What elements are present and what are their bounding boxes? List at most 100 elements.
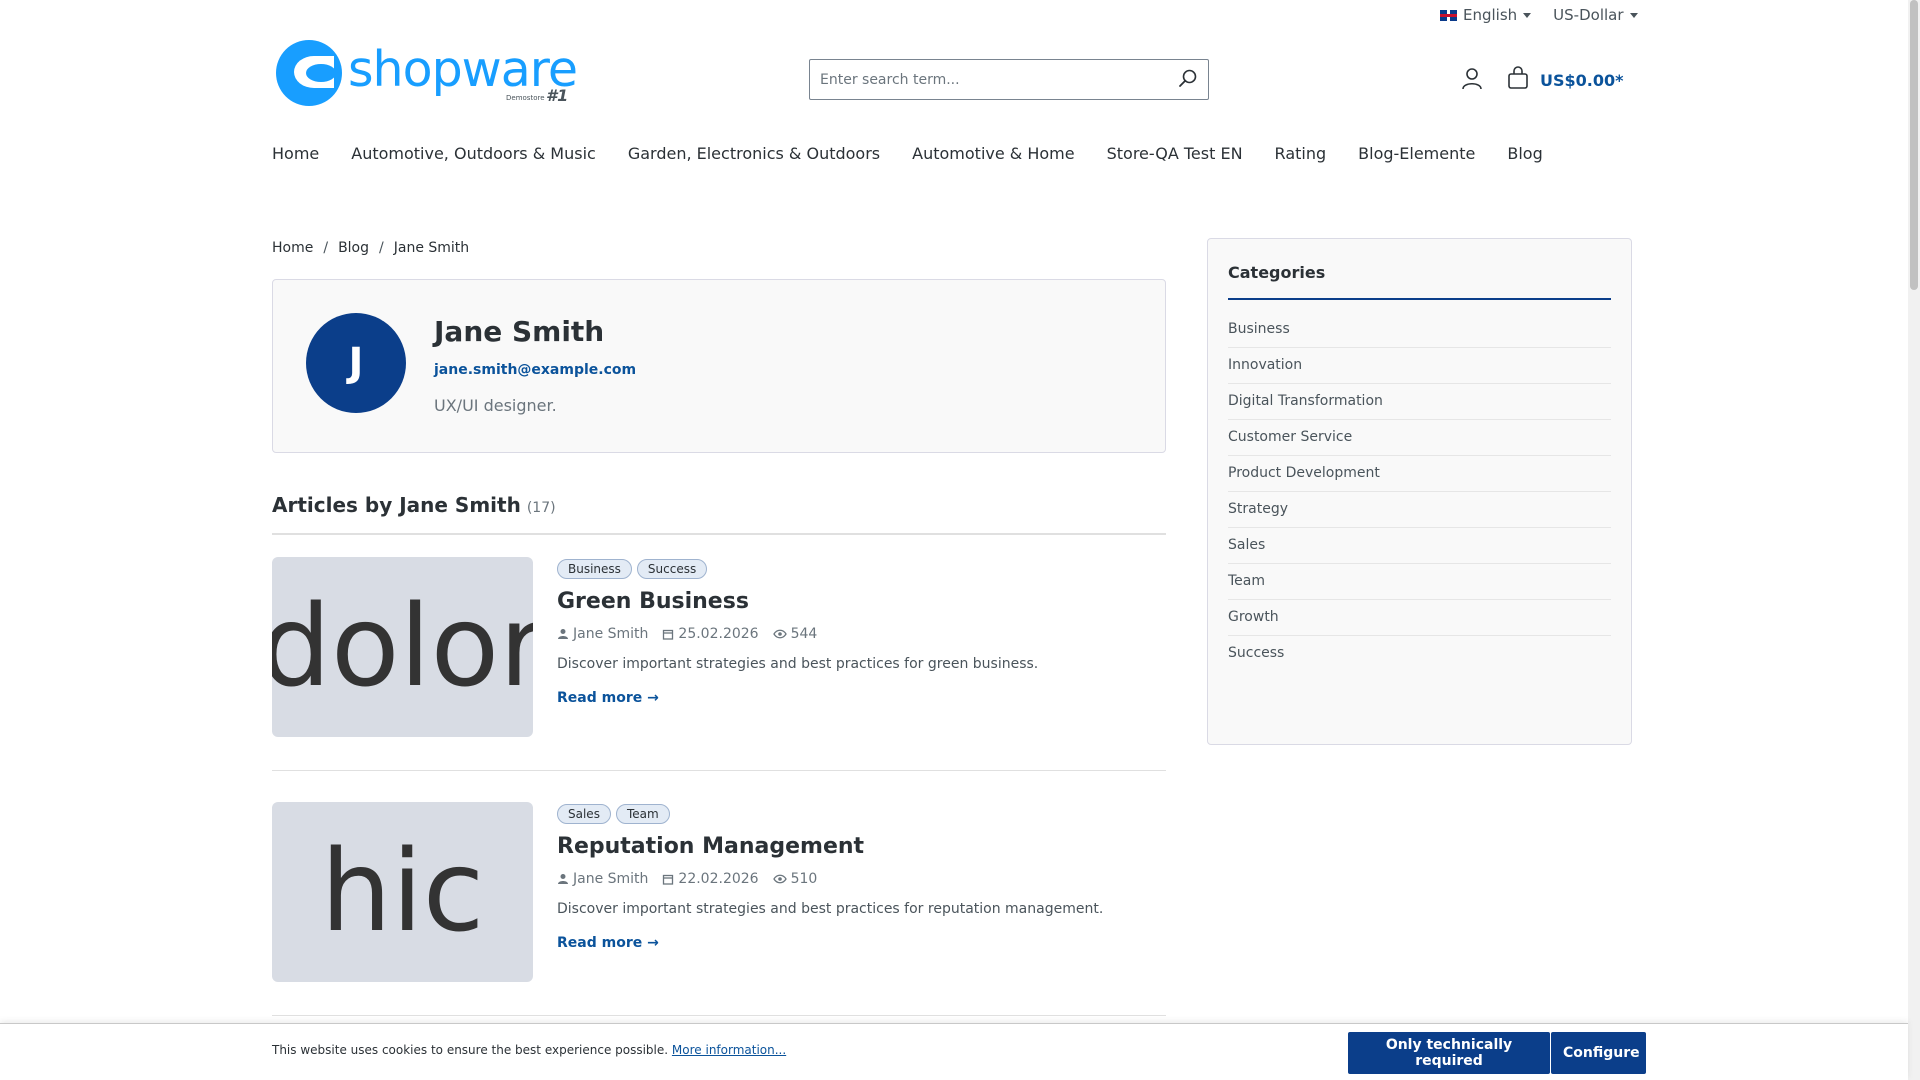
only-technically-required-button[interactable]: Only technically required	[1348, 1032, 1550, 1074]
cookie-message: This website uses cookies to ensure the …	[272, 1043, 669, 1057]
read-more-link[interactable]: Read more →	[557, 690, 659, 706]
tag-badge[interactable]: Success	[636, 559, 708, 579]
author-bio: UX/UI designer.	[434, 396, 557, 415]
logo-mark-icon	[276, 40, 342, 106]
category-item-strategy[interactable]: Strategy	[1228, 492, 1611, 528]
cart-total: US$0.00*	[1540, 70, 1624, 90]
uk-flag-icon	[1440, 9, 1457, 21]
tag-badge[interactable]: Business	[557, 559, 632, 579]
breadcrumb-separator: /	[323, 240, 329, 256]
nav-item-store-qa-test[interactable]: Store-QA Test EN	[1091, 140, 1259, 167]
nav-item-blog[interactable]: Blog	[1491, 140, 1558, 167]
article-thumbnail[interactable]: hic	[272, 802, 533, 982]
scrollbar-thumb[interactable]	[1910, 0, 1918, 290]
calendar-icon	[663, 629, 674, 640]
breadcrumb: Home / Blog / Jane Smith	[272, 240, 469, 256]
language-label: English	[1463, 6, 1518, 24]
breadcrumb-current: Jane Smith	[393, 240, 470, 256]
configure-button[interactable]: Configure	[1551, 1032, 1646, 1074]
user-icon	[558, 629, 568, 639]
main-navigation: Home Automotive, Outdoors & Music Garden…	[272, 140, 1559, 167]
account-icon[interactable]	[1461, 67, 1483, 95]
breadcrumb-blog[interactable]: Blog	[338, 240, 369, 256]
search-box	[809, 59, 1209, 100]
currency-label: US-Dollar	[1553, 6, 1624, 24]
author-email-link[interactable]: jane.smith@example.com	[434, 362, 636, 378]
nav-item-garden-electronics-outdoors[interactable]: Garden, Electronics & Outdoors	[612, 140, 896, 167]
logo-num: #1	[546, 86, 569, 105]
author-card: J Jane Smith jane.smith@example.com UX/U…	[272, 279, 1166, 453]
article-title[interactable]: Reputation Management	[557, 834, 1157, 859]
shopping-bag-icon	[1506, 66, 1530, 94]
user-icon	[558, 874, 568, 884]
category-item-innovation[interactable]: Innovation	[1228, 348, 1611, 384]
category-item-team[interactable]: Team	[1228, 564, 1611, 600]
read-more-link[interactable]: Read more →	[557, 935, 659, 951]
nav-item-blog-elemente[interactable]: Blog-Elemente	[1342, 140, 1491, 167]
article-tags: Business Success	[557, 559, 1157, 579]
topbar: English US-Dollar	[1440, 6, 1638, 24]
chevron-down-icon	[1523, 12, 1532, 18]
nav-item-home[interactable]: Home	[272, 140, 335, 167]
nav-item-automotive-outdoors-music[interactable]: Automotive, Outdoors & Music	[335, 140, 612, 167]
articles-heading: Articles by Jane Smith (17)	[272, 493, 1166, 535]
author-avatar: J	[306, 313, 406, 413]
cart-button[interactable]: US$0.00*	[1506, 66, 1624, 94]
category-item-growth[interactable]: Growth	[1228, 600, 1611, 636]
categories-sidebar: Categories Business Innovation Digital T…	[1207, 238, 1632, 745]
category-item-digital-transformation[interactable]: Digital Transformation	[1228, 384, 1611, 420]
language-dropdown[interactable]: English	[1440, 6, 1532, 24]
article-card: dolor Business Success Green Business Ja…	[272, 557, 1166, 771]
article-tags: Sales Team	[557, 804, 1157, 824]
articles-count: (17)	[526, 500, 556, 516]
article-meta: Jane Smith 25.02.2026 544	[557, 626, 1157, 642]
article-thumbnail[interactable]: dolor	[272, 557, 533, 737]
eye-icon	[772, 629, 787, 639]
article-excerpt: Discover important strategies and best p…	[557, 656, 1039, 672]
meta-date-value: 22.02.2026	[678, 871, 759, 887]
currency-dropdown[interactable]: US-Dollar	[1553, 6, 1638, 24]
meta-date-value: 25.02.2026	[678, 626, 759, 642]
logo-sub: Demostore	[506, 94, 545, 102]
category-item-sales[interactable]: Sales	[1228, 528, 1611, 564]
nav-item-rating[interactable]: Rating	[1259, 140, 1343, 167]
category-item-product-development[interactable]: Product Development	[1228, 456, 1611, 492]
meta-views: 510	[772, 871, 818, 887]
article-meta: Jane Smith 22.02.2026 510	[557, 871, 1157, 887]
meta-views-value: 510	[790, 871, 818, 887]
search-icon[interactable]	[1178, 68, 1198, 92]
article-card: hic Sales Team Reputation Management Jan…	[272, 802, 1166, 1016]
meta-author-name: Jane Smith	[573, 626, 649, 642]
category-list: Business Innovation Digital Transformati…	[1228, 312, 1611, 671]
breadcrumb-home[interactable]: Home	[272, 240, 313, 256]
page-scrollbar[interactable]	[1908, 0, 1920, 1080]
breadcrumb-separator: /	[379, 240, 384, 256]
sidebar-title: Categories	[1228, 263, 1611, 300]
category-item-success[interactable]: Success	[1228, 636, 1611, 671]
cookie-banner: This website uses cookies to ensure the …	[0, 1023, 1908, 1080]
calendar-icon	[663, 874, 674, 885]
meta-author: Jane Smith	[557, 871, 648, 887]
meta-views: 544	[772, 626, 818, 642]
category-item-customer-service[interactable]: Customer Service	[1228, 420, 1611, 456]
category-item-business[interactable]: Business	[1228, 312, 1611, 348]
chevron-down-icon	[1629, 12, 1638, 18]
article-content: Business Success Green Business Jane Smi…	[557, 559, 1157, 706]
cookie-text: This website uses cookies to ensure the …	[272, 1043, 786, 1057]
shopware-logo[interactable]: shopware Demostore #1	[276, 40, 578, 106]
tag-badge[interactable]: Sales	[557, 804, 611, 824]
article-content: Sales Team Reputation Management Jane Sm…	[557, 804, 1157, 951]
meta-date: 25.02.2026	[662, 626, 759, 642]
search-input[interactable]	[820, 71, 1178, 88]
article-title[interactable]: Green Business	[557, 589, 1157, 614]
logo-text: shopware	[348, 40, 578, 98]
eye-icon	[772, 874, 787, 884]
meta-author-name: Jane Smith	[573, 871, 649, 887]
cookie-more-info-link[interactable]: More information...	[672, 1043, 786, 1057]
thumbnail-placeholder-text: dolor	[272, 582, 533, 712]
tag-badge[interactable]: Team	[615, 804, 670, 824]
meta-views-value: 544	[790, 626, 818, 642]
page: English US-Dollar shopware Demostore #1 …	[0, 0, 1920, 1080]
nav-item-automotive-home[interactable]: Automotive & Home	[896, 140, 1090, 167]
author-name: Jane Smith	[434, 315, 605, 348]
